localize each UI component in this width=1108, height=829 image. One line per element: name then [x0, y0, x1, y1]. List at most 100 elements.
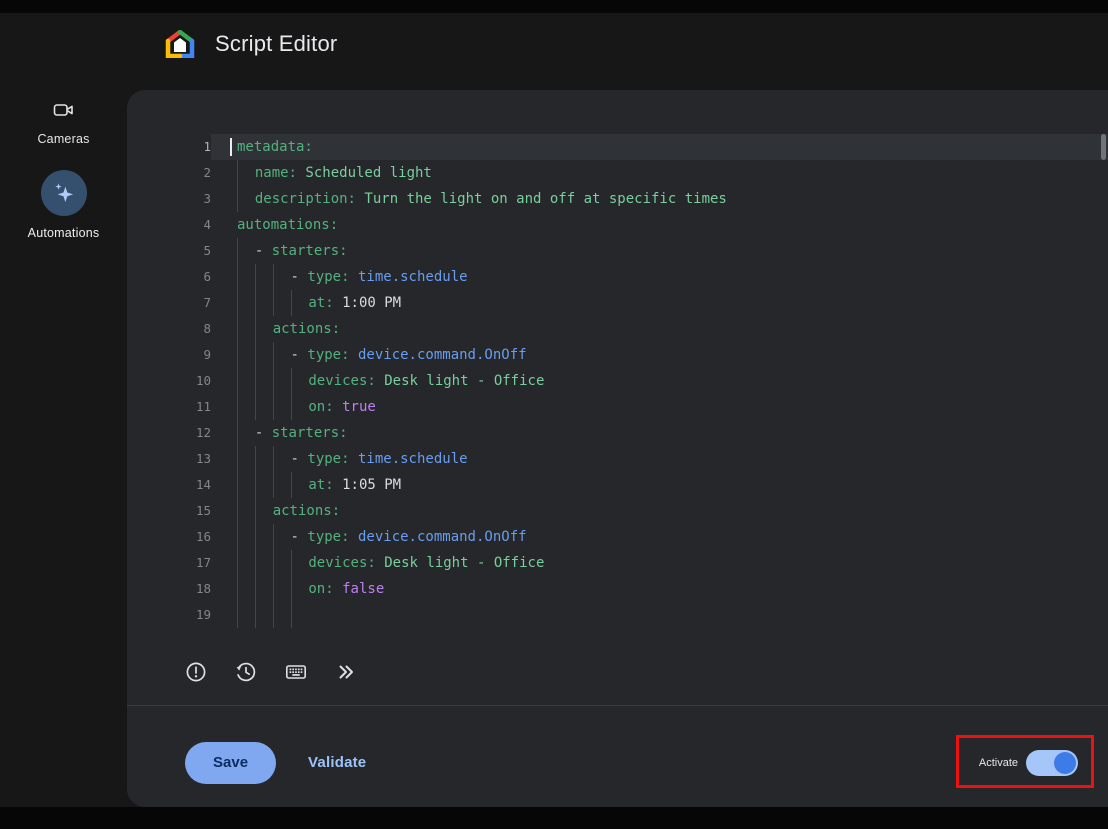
code-token: device.command.OnOff [350, 529, 527, 545]
code-token: - [255, 425, 272, 441]
code-line[interactable]: 10devices: Desk light - Office [127, 368, 1108, 394]
script-editor-card: 1metadata:2name: Scheduled light3descrip… [127, 90, 1108, 807]
code-line[interactable]: 17devices: Desk light - Office [127, 550, 1108, 576]
code-token: Turn the light on and off at specific ti… [356, 191, 727, 207]
code-token: true [334, 399, 376, 415]
code-line[interactable]: 15actions: [127, 498, 1108, 524]
code-token: at: [308, 477, 333, 493]
indent-guide [273, 472, 291, 498]
code-content: - starters: [211, 238, 1108, 264]
indent-guide [273, 394, 291, 420]
indent-guide [237, 602, 255, 628]
line-number: 11 [127, 394, 211, 420]
code-line[interactable]: 11on: true [127, 394, 1108, 420]
code-line[interactable]: 8actions: [127, 316, 1108, 342]
code-line[interactable]: 9- type: device.command.OnOff [127, 342, 1108, 368]
code-token: name: [255, 165, 297, 181]
indent-guide [237, 342, 255, 368]
keyboard-button[interactable] [283, 660, 309, 686]
code-line[interactable]: 1metadata: [127, 134, 1108, 160]
indent-guide [237, 420, 255, 446]
indent-guide [255, 524, 273, 550]
indent-guide [273, 602, 291, 628]
activate-group: Activate [979, 750, 1078, 776]
indent-guide [255, 446, 273, 472]
sidebar-item-automations[interactable]: Automations [0, 170, 127, 240]
code-line[interactable]: 4automations: [127, 212, 1108, 238]
code-line[interactable]: 16- type: device.command.OnOff [127, 524, 1108, 550]
code-token: devices: [308, 555, 375, 571]
window-top-edge [0, 0, 1108, 13]
code-content: - type: device.command.OnOff [211, 524, 1108, 550]
indent-guide [273, 524, 291, 550]
page-title: Script Editor [215, 31, 337, 57]
line-number: 13 [127, 446, 211, 472]
problems-button[interactable] [183, 660, 209, 686]
history-button[interactable] [233, 660, 259, 686]
indent-guide [255, 576, 273, 602]
sidebar-item-label: Cameras [37, 132, 89, 146]
indent-guide [237, 316, 255, 342]
code-token: type: [307, 269, 349, 285]
indent-guide [237, 264, 255, 290]
activate-toggle[interactable] [1026, 750, 1078, 776]
code-token: on: [308, 581, 333, 597]
code-token: false [334, 581, 385, 597]
videocam-icon [53, 100, 74, 120]
save-button[interactable]: Save [185, 742, 276, 784]
indent-guide [291, 602, 309, 628]
line-number: 14 [127, 472, 211, 498]
indent-guide [237, 186, 255, 212]
code-token: type: [307, 529, 349, 545]
line-number: 6 [127, 264, 211, 290]
sidebar-item-label: Automations [28, 226, 100, 240]
code-token: starters: [272, 425, 348, 441]
code-line[interactable]: 6- type: time.schedule [127, 264, 1108, 290]
indent-guide [255, 368, 273, 394]
indent-guide [291, 368, 309, 394]
code-line[interactable]: 5- starters: [127, 238, 1108, 264]
code-line[interactable]: 7at: 1:00 PM [127, 290, 1108, 316]
error-icon [184, 660, 208, 687]
line-number: 8 [127, 316, 211, 342]
code-line[interactable]: 19 [127, 602, 1108, 628]
code-token: - [291, 269, 308, 285]
code-line[interactable]: 14at: 1:05 PM [127, 472, 1108, 498]
code-token: - [255, 243, 272, 259]
code-editor[interactable]: 1metadata:2name: Scheduled light3descrip… [127, 134, 1108, 630]
code-content: - type: time.schedule [211, 264, 1108, 290]
line-number: 10 [127, 368, 211, 394]
line-number: 17 [127, 550, 211, 576]
indent-guide [273, 290, 291, 316]
more-tools-button[interactable] [333, 660, 359, 686]
indent-guide [237, 394, 255, 420]
indent-guide [237, 446, 255, 472]
indent-guide [237, 472, 255, 498]
validate-button[interactable]: Validate [302, 753, 372, 772]
code-token: 1:00 PM [334, 295, 401, 311]
indent-guide [237, 368, 255, 394]
indent-guide [255, 316, 273, 342]
indent-guide [255, 550, 273, 576]
line-number: 9 [127, 342, 211, 368]
editor-scrollbar[interactable] [1101, 134, 1106, 160]
code-line[interactable]: 18on: false [127, 576, 1108, 602]
line-number: 4 [127, 212, 211, 238]
indent-guide [255, 498, 273, 524]
code-content: at: 1:00 PM [211, 290, 1108, 316]
code-line[interactable]: 13- type: time.schedule [127, 446, 1108, 472]
app-header: Script Editor [127, 13, 337, 75]
code-content: on: true [211, 394, 1108, 420]
code-token: - [291, 529, 308, 545]
line-number: 12 [127, 420, 211, 446]
code-token: Scheduled light [297, 165, 432, 181]
history-icon [234, 660, 258, 687]
code-line[interactable]: 3description: Turn the light on and off … [127, 186, 1108, 212]
line-number: 3 [127, 186, 211, 212]
code-line[interactable]: 12 - starters: [127, 420, 1108, 446]
sidebar-item-cameras[interactable]: Cameras [0, 84, 127, 146]
indent-guide [255, 602, 273, 628]
sparkle-icon [41, 170, 87, 216]
code-content: name: Scheduled light [211, 160, 1108, 186]
code-line[interactable]: 2name: Scheduled light [127, 160, 1108, 186]
